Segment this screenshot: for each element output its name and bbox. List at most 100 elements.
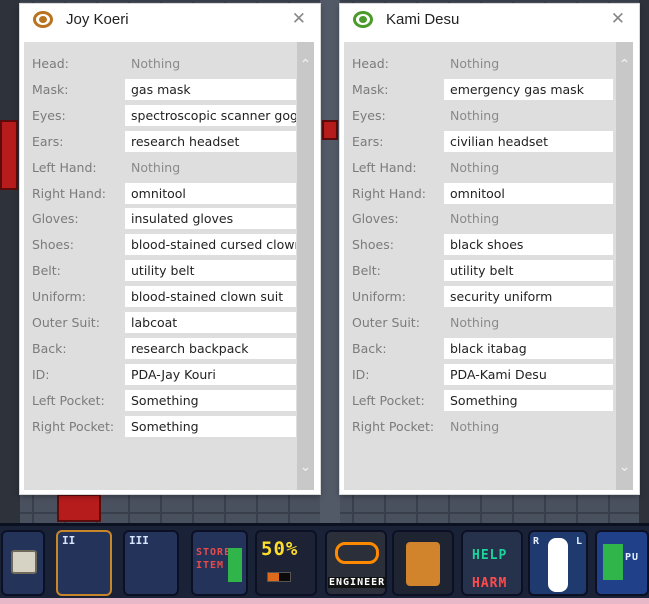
slot-row: Left Pocket: Something: [24, 389, 296, 412]
slot-item-button[interactable]: PDA-Jay Kouri: [125, 363, 296, 385]
slot-item-button[interactable]: insulated gloves: [125, 208, 296, 230]
job-label: ENGINEER: [328, 577, 387, 588]
slot-row: Ears: civilian headset: [344, 130, 615, 153]
slot-row: Mask: gas mask: [24, 78, 296, 101]
hand-slot-left-label: II: [62, 534, 76, 547]
slot-row: Right Pocket: Nothing: [344, 416, 615, 438]
slot-value-empty: Nothing: [131, 56, 181, 71]
station-wall: [639, 0, 649, 523]
slot-value-empty: Nothing: [450, 211, 500, 227]
hud-equipment-slot[interactable]: [392, 530, 454, 596]
close-icon[interactable]: ✕: [611, 9, 625, 29]
chevron-up-icon[interactable]: ⌃: [616, 56, 633, 74]
hud-hand-slot-left[interactable]: II: [56, 530, 112, 596]
scrollbar[interactable]: ⌃ ⌄: [616, 42, 633, 490]
slot-row: Back: research backpack: [24, 337, 296, 360]
toolbox-icon: [11, 550, 37, 574]
slot-item-button[interactable]: labcoat: [125, 312, 296, 333]
slot-label: Back:: [32, 340, 67, 356]
window-titlebar[interactable]: Kami Desu ✕: [340, 4, 639, 36]
slot-label: Back:: [352, 340, 387, 356]
slot-row: Mask: emergency gas mask: [344, 78, 615, 101]
slot-row: Gloves: Nothing: [344, 208, 615, 230]
slot-value-empty: Nothing: [450, 418, 500, 434]
slot-item-button[interactable]: security uniform: [444, 286, 613, 308]
slot-item-button[interactable]: black shoes: [444, 234, 613, 256]
slot-item-button[interactable]: research backpack: [125, 337, 296, 359]
intent-help-label[interactable]: HELP: [472, 548, 507, 563]
slot-item-button[interactable]: utility belt: [444, 260, 613, 282]
hud-job-button[interactable]: ENGINEER: [325, 530, 387, 596]
slot-item-button[interactable]: utility belt: [125, 260, 296, 282]
slot-row: Right Hand: omnitool: [344, 182, 615, 205]
slot-item-button[interactable]: Something: [125, 415, 296, 437]
slot-label: Right Hand:: [352, 185, 427, 201]
red-light: [322, 120, 338, 140]
slot-value-empty: Nothing: [450, 315, 500, 330]
slot-value-empty: Nothing: [450, 107, 500, 123]
eye-icon: [33, 11, 53, 28]
chevron-up-icon[interactable]: ⌃: [297, 56, 314, 74]
slot-row: Back: black itabag: [344, 337, 615, 360]
slot-row: ID: PDA-Jay Kouri: [24, 363, 296, 386]
station-wall: [0, 0, 20, 523]
slot-label: Right Hand:: [32, 185, 107, 201]
hud-backpack-slot[interactable]: [1, 530, 45, 596]
slot-item-button[interactable]: Something: [444, 389, 613, 411]
slot-row: ID: PDA-Kami Desu: [344, 363, 615, 386]
hud-hand-slot-right[interactable]: III: [123, 530, 179, 596]
slot-row: Belt: utility belt: [344, 260, 615, 282]
slot-item-button[interactable]: civilian headset: [444, 130, 613, 152]
slot-label: Ears:: [32, 133, 64, 149]
scrollbar[interactable]: ⌃ ⌄: [297, 42, 314, 490]
slot-label: Left Hand:: [352, 159, 417, 175]
slot-label: Left Pocket:: [32, 392, 105, 408]
slot-value-empty: Nothing: [450, 159, 500, 175]
slot-label: Shoes:: [32, 237, 74, 253]
hud-pull-button[interactable]: PU: [595, 530, 649, 596]
slot-row: Left Hand: Nothing: [344, 157, 615, 179]
slot-label: Right Pocket:: [352, 418, 435, 434]
slot-label: Head:: [352, 56, 389, 71]
slot-item-button[interactable]: PDA-Kami Desu: [444, 363, 613, 385]
slot-row: Left Pocket: Something: [344, 389, 615, 412]
slot-label: Uniform:: [352, 289, 406, 305]
wrench-icon: [335, 542, 379, 564]
slot-item-button[interactable]: research headset: [125, 130, 296, 152]
slot-label: Left Hand:: [32, 159, 97, 175]
red-door: [0, 120, 18, 190]
slot-item-button[interactable]: gas mask: [125, 78, 296, 100]
slot-label: Head:: [32, 56, 69, 71]
slot-row: Belt: utility belt: [24, 260, 296, 282]
close-icon[interactable]: ✕: [292, 9, 306, 29]
slot-item-button[interactable]: black itabag: [444, 337, 613, 359]
hud-target-doll[interactable]: R L: [528, 530, 588, 596]
window-title: Kami Desu: [386, 11, 460, 28]
slot-item-button[interactable]: blood-stained clown suit: [125, 286, 296, 308]
slot-item-button[interactable]: omnitool: [444, 182, 613, 204]
pull-label: PU: [625, 552, 640, 563]
strip-window-kami-desu: Kami Desu ✕ Head: Nothing Mask: emergency g…: [340, 4, 639, 494]
chevron-down-icon[interactable]: ⌄: [297, 458, 314, 476]
window-titlebar[interactable]: Joy Koeri ✕: [20, 4, 320, 36]
slot-row: Head: Nothing: [24, 53, 296, 75]
slot-item-button[interactable]: omnitool: [125, 182, 296, 204]
strip-window-joy-koeri: Joy Koeri ✕ Head: Nothing Mask: gas mask Eye…: [20, 4, 320, 494]
chevron-down-icon[interactable]: ⌄: [616, 458, 633, 476]
intent-harm-label[interactable]: HARM: [472, 576, 507, 591]
hud-intent-selector[interactable]: HELP HARM: [461, 530, 523, 596]
hud-store-item-button[interactable]: STORE ITEM: [191, 530, 248, 596]
slot-item-button[interactable]: spectroscopic scanner goggles: [125, 104, 296, 126]
slot-label: Right Pocket:: [32, 418, 115, 434]
slot-item-button[interactable]: emergency gas mask: [444, 78, 613, 100]
person-icon: [228, 548, 242, 582]
slot-label: Uniform:: [32, 289, 86, 305]
slot-row: Left Hand: Nothing: [24, 157, 296, 179]
slot-label: Ears:: [352, 133, 384, 149]
slot-row: Outer Suit: Nothing: [344, 312, 615, 334]
slot-item-button[interactable]: Something: [125, 389, 296, 411]
toolbelt-icon: [406, 542, 440, 586]
slot-item-button[interactable]: blood-stained cursed clown shoes: [125, 234, 296, 256]
slot-row: Eyes: spectroscopic scanner goggles: [24, 104, 296, 127]
slot-row: Right Pocket: Something: [24, 415, 296, 438]
